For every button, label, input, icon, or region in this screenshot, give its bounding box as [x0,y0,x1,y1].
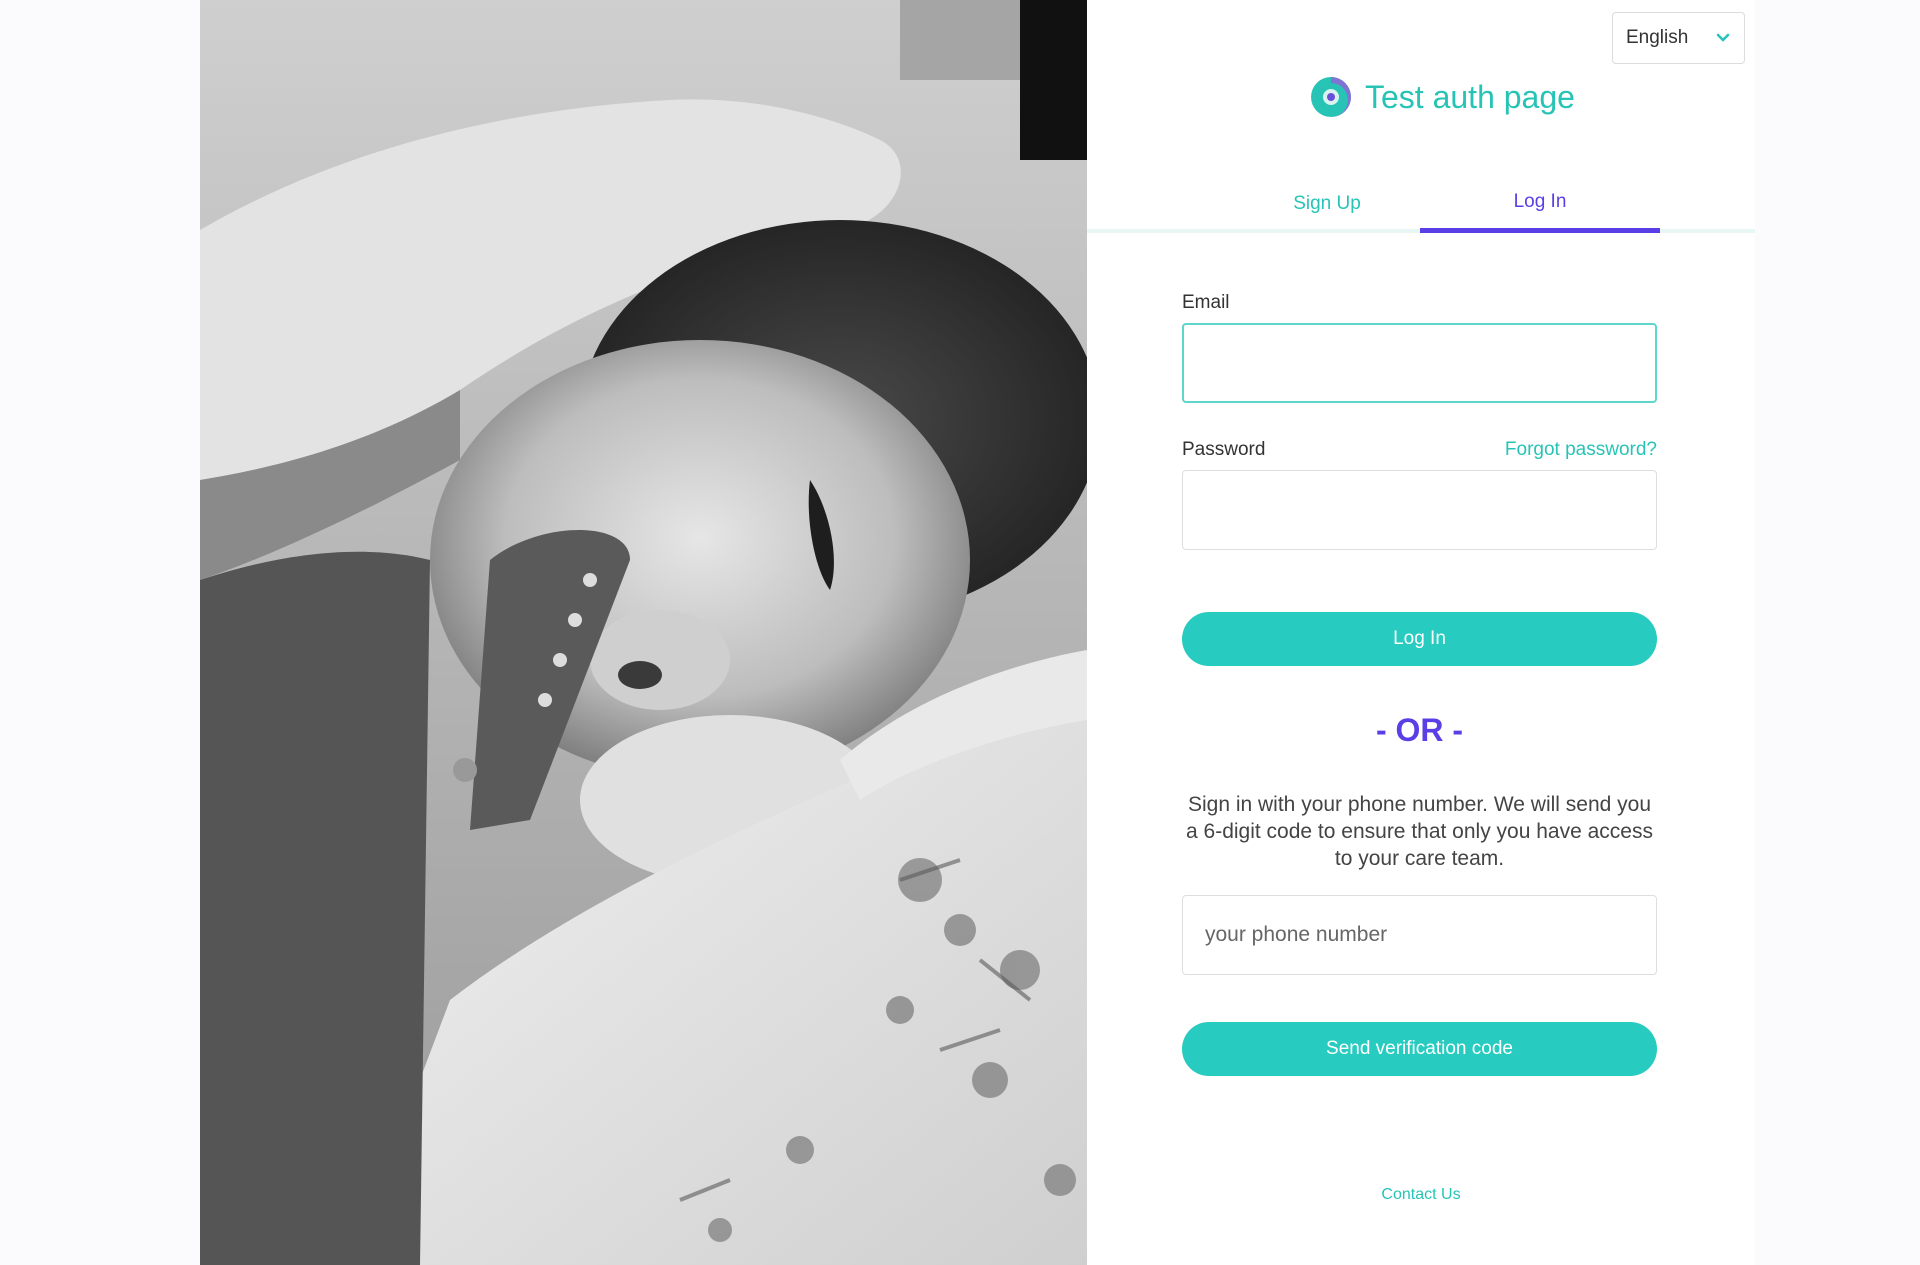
password-field[interactable] [1182,470,1657,550]
forgot-password-link[interactable]: Forgot password? [1505,439,1657,461]
email-field[interactable] [1182,323,1657,403]
phone-number-field[interactable] [1182,895,1657,975]
email-label: Email [1182,292,1230,313]
chevron-down-icon [1716,33,1730,42]
brand-title: Test auth page [1365,78,1575,115]
brand-header: Test auth page [1309,75,1575,119]
log-in-button[interactable]: Log In [1182,612,1657,666]
newborn-photo-image [200,0,1087,1265]
password-label: Password [1182,439,1266,460]
language-select-value: English [1626,27,1689,48]
auth-panel: English Test auth page Sign Up Log In Em… [1087,0,1755,1265]
language-select[interactable]: English [1612,12,1745,64]
send-verification-code-button[interactable]: Send verification code [1182,1022,1657,1076]
phone-help-text: Sign in with your phone number. We will … [1186,793,1653,870]
or-divider: - OR - [1375,712,1464,748]
auth-tabs: Sign Up Log In [1087,175,1755,233]
contact-us-link[interactable]: Contact Us [1087,1186,1755,1204]
swirl-logo-icon [1311,77,1351,117]
hero-photo [200,0,1087,1265]
tab-sign-up[interactable]: Sign Up [1207,175,1447,233]
auth-page: English Test auth page Sign Up Log In Em… [200,0,1755,1265]
tab-log-in[interactable]: Log In [1420,175,1660,233]
